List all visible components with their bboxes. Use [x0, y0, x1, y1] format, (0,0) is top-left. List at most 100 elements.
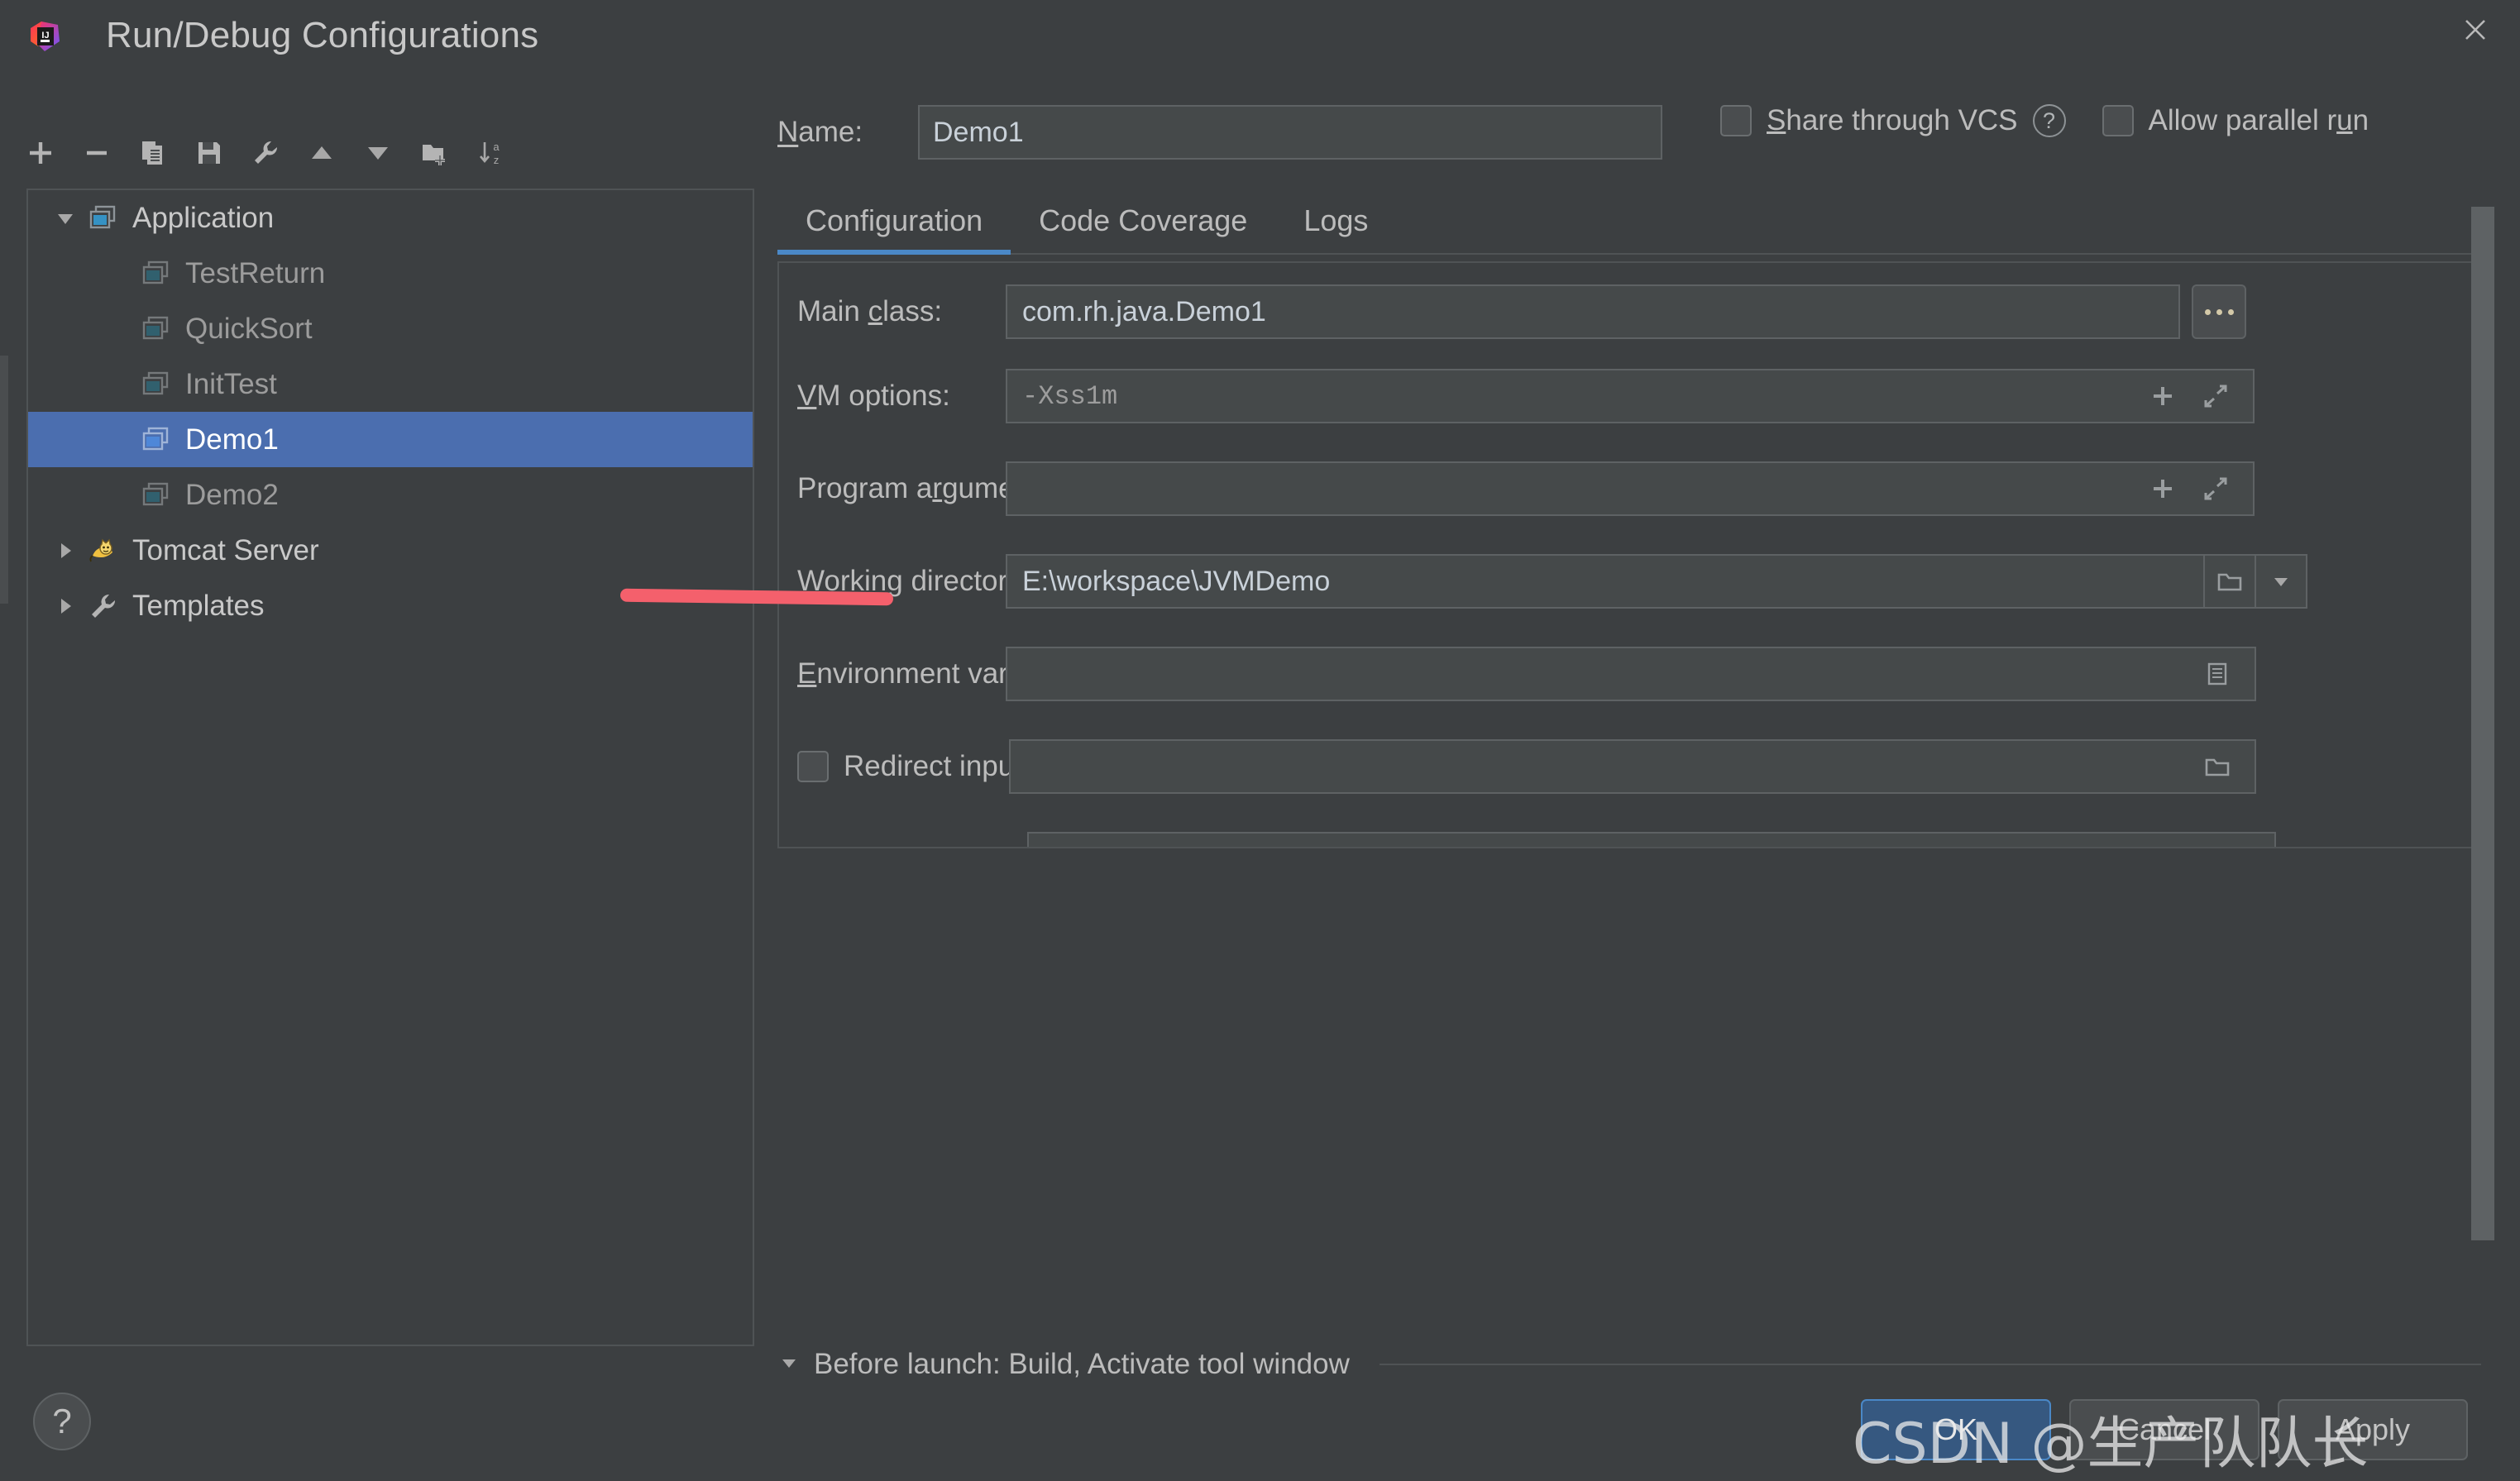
program-arguments-row: Program arguments: [779, 461, 2479, 516]
share-through-vcs-checkbox[interactable] [1720, 105, 1752, 136]
tree-item-application[interactable]: Application [28, 190, 753, 246]
tree-item-label: Demo1 [185, 423, 279, 456]
chevron-down-icon[interactable] [777, 1351, 801, 1378]
use-classpath-of-module-value: chapter01 [1087, 843, 1212, 848]
application-icon [137, 422, 174, 458]
before-launch-section[interactable]: Before launch: Build, Activate tool wind… [777, 1344, 2481, 1385]
tree-item-label: Application [132, 201, 275, 234]
tree-item-demo2[interactable]: Demo2 [28, 467, 753, 523]
share-through-vcs-label[interactable]: Share through VCS [1767, 104, 2018, 137]
redirect-input-field[interactable] [1009, 739, 2256, 794]
redirect-input-browse-folder-icon[interactable] [2195, 741, 2240, 792]
use-classpath-of-module-row: Use classpath of module: chapter01 [779, 832, 2479, 848]
configuration-editor-panel: Name: Demo1 Share through VCS ? Allow pa… [619, 99, 2481, 1348]
copy-configuration-button[interactable] [137, 134, 169, 172]
tree-item-label: Demo2 [185, 478, 279, 511]
tree-item-inittest[interactable]: InitTest [28, 356, 753, 412]
title-bar: IJ Run/Debug Configurations [0, 0, 2520, 56]
help-icon[interactable]: ? [2032, 104, 2066, 137]
apply-button[interactable]: Apply [2278, 1399, 2468, 1460]
close-icon[interactable] [2451, 8, 2500, 51]
working-directory-row: Working directory: E:\workspace\JVMDemo [779, 554, 2479, 609]
remove-configuration-button[interactable] [81, 134, 112, 172]
application-icon [137, 311, 174, 347]
configurations-tree: Application TestReturn QuickSort InitTes… [26, 189, 754, 1346]
application-icon [137, 366, 174, 403]
left-panel-scrollbar[interactable] [0, 356, 8, 604]
svg-text:z: z [494, 154, 500, 166]
scrollbar-thumb[interactable] [2471, 207, 2494, 1240]
vcs-options-group: Share through VCS ? Allow parallel run [1720, 104, 2369, 137]
tree-item-label: Templates [132, 589, 265, 622]
vm-options-value: -Xss1m [1022, 380, 1118, 412]
tree-item-label: Tomcat Server [132, 533, 319, 566]
tomcat-icon [84, 533, 121, 569]
before-launch-text: Before launch: Build, Activate tool wind… [814, 1348, 1350, 1380]
help-button[interactable]: ? [33, 1393, 91, 1450]
program-arguments-macro-plus-icon[interactable] [2140, 463, 2185, 514]
main-class-input[interactable]: com.rh.java.Demo1 [1006, 284, 2180, 339]
working-directory-dropdown-button[interactable] [2256, 554, 2307, 609]
program-arguments-expand-icon[interactable] [2193, 463, 2238, 514]
configurations-toolbar: a z [25, 124, 500, 182]
use-classpath-of-module-chevron-down-icon[interactable] [2215, 834, 2259, 847]
allow-parallel-run-checkbox[interactable] [2102, 105, 2134, 136]
ellipsis-icon [2204, 308, 2234, 315]
module-icon [1044, 843, 1077, 847]
tree-item-templates[interactable]: Templates [28, 578, 753, 633]
move-up-button[interactable] [306, 134, 337, 172]
chevron-right-icon[interactable] [46, 532, 84, 570]
ok-button[interactable]: OK [1861, 1399, 2051, 1460]
dialog-buttons: OK Cancel Apply [1861, 1399, 2468, 1460]
application-icon [84, 200, 121, 236]
right-panel-scrollbar[interactable] [2471, 207, 2494, 1356]
move-down-button[interactable] [362, 134, 394, 172]
name-input[interactable]: Demo1 [918, 105, 1662, 160]
tab-code-coverage[interactable]: Code Coverage [1011, 203, 1275, 253]
tab-logs[interactable]: Logs [1275, 203, 1396, 253]
environment-variables-list-icon[interactable] [2195, 648, 2240, 700]
chevron-down-icon[interactable] [46, 199, 84, 237]
configuration-form: Main class: com.rh.java.Demo1 VM options… [777, 261, 2481, 848]
add-configuration-button[interactable] [25, 134, 56, 172]
main-class-label: Main class: [797, 295, 943, 327]
working-directory-input[interactable]: E:\workspace\JVMDemo [1006, 554, 2205, 609]
vm-options-label: VM options: [797, 380, 950, 412]
vm-options-macro-plus-icon[interactable] [2140, 370, 2185, 422]
cancel-button[interactable]: Cancel [2069, 1399, 2259, 1460]
new-folder-button[interactable] [418, 134, 450, 172]
environment-variables-input[interactable] [1006, 647, 2256, 701]
tree-item-testreturn[interactable]: TestReturn [28, 246, 753, 301]
working-directory-browse-button[interactable] [2205, 554, 2256, 609]
tree-item-label: QuickSort [185, 312, 313, 345]
vm-options-expand-icon[interactable] [2193, 370, 2238, 422]
configuration-tabs: Configuration Code Coverage Logs [777, 192, 2481, 255]
edit-templates-wrench-icon[interactable] [250, 134, 281, 172]
program-arguments-input[interactable] [1006, 461, 2255, 516]
name-label: Name: [777, 116, 863, 148]
tree-item-demo1[interactable]: Demo1 [28, 412, 753, 467]
main-class-browse-button[interactable] [2192, 284, 2246, 339]
sort-alphabetically-button[interactable]: a z [475, 134, 506, 172]
tab-configuration[interactable]: Configuration [777, 203, 1011, 255]
dialog-title: Run/Debug Configurations [106, 15, 539, 55]
application-icon [137, 256, 174, 292]
allow-parallel-run-label[interactable]: Allow parallel run [2149, 104, 2369, 137]
svg-text:a: a [493, 141, 500, 153]
environment-variables-row: Environment variables: [779, 647, 2479, 701]
tree-item-quicksort[interactable]: QuickSort [28, 301, 753, 356]
application-icon [137, 477, 174, 514]
chevron-right-icon[interactable] [46, 587, 84, 625]
redirect-input-row: Redirect input from: [779, 739, 2479, 794]
save-configuration-button[interactable] [194, 134, 225, 172]
redirect-input-checkbox[interactable] [797, 751, 829, 782]
intellij-idea-logo-icon: IJ [26, 18, 63, 55]
before-launch-divider [1379, 1364, 2481, 1365]
svg-text:IJ: IJ [41, 31, 49, 41]
run-debug-configurations-dialog: IJ Run/Debug Configurations a z Applicat… [0, 0, 2520, 1481]
wrench-icon [84, 588, 121, 624]
vm-options-input[interactable]: -Xss1m [1006, 369, 2255, 423]
use-classpath-of-module-combo[interactable]: chapter01 [1027, 832, 2276, 848]
vm-options-row: VM options: -Xss1m [779, 369, 2479, 423]
tree-item-tomcat-server[interactable]: Tomcat Server [28, 523, 753, 578]
